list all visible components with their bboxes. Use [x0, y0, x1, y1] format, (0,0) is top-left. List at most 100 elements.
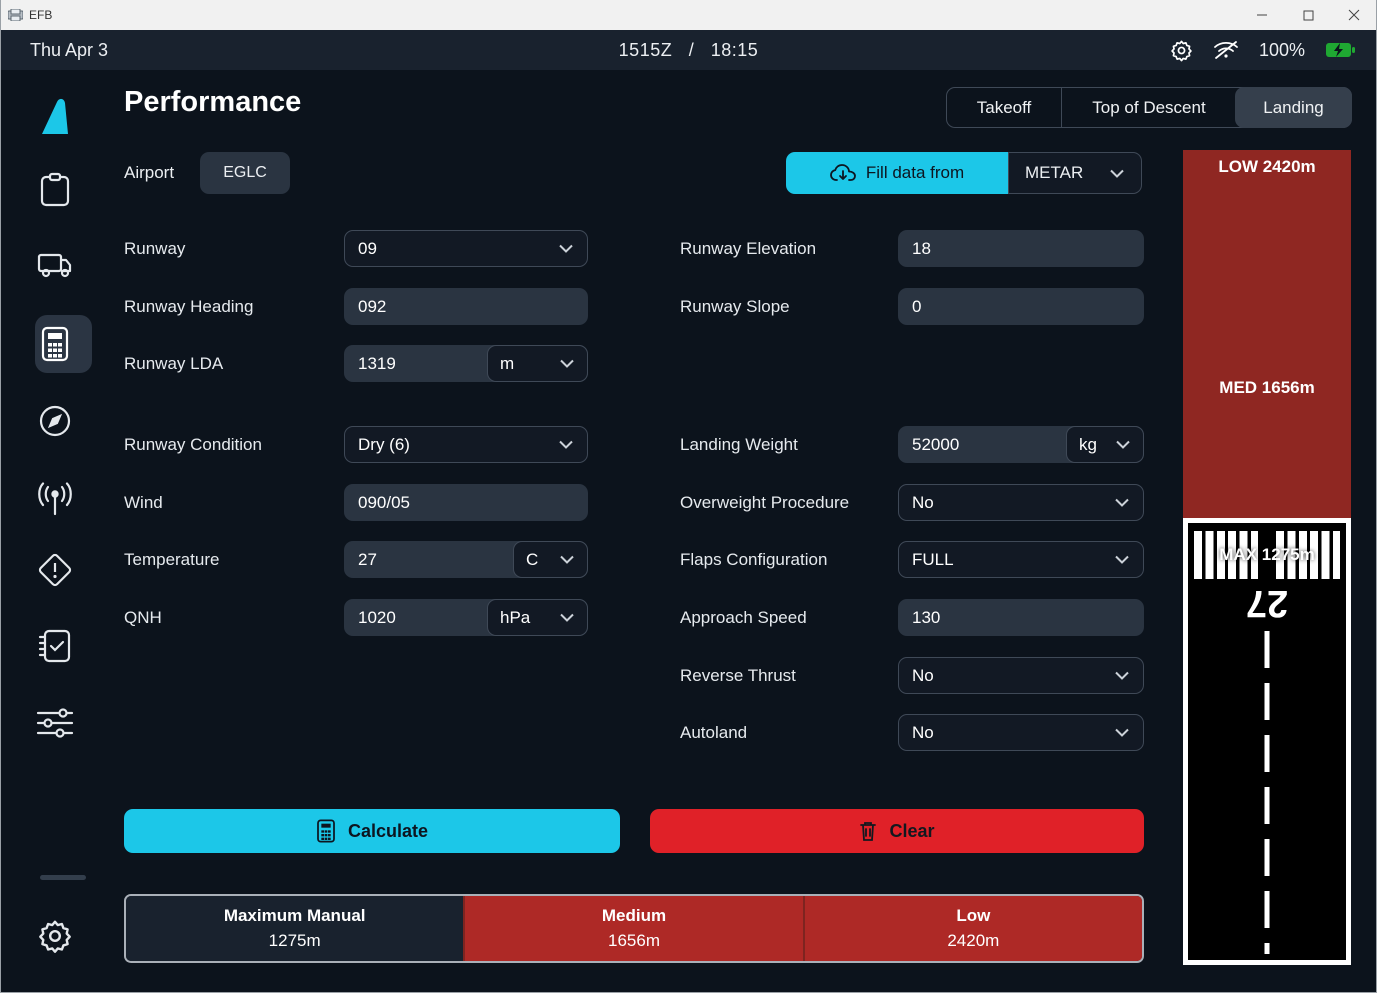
overweight-procedure-value: No	[912, 493, 934, 513]
mode-tabs: Takeoff Top of Descent Landing	[946, 87, 1352, 128]
sidebar-item-flightplan[interactable]	[0, 172, 110, 208]
overweight-procedure-select[interactable]: No	[898, 484, 1144, 521]
calculate-label: Calculate	[348, 821, 428, 842]
trash-icon	[859, 820, 877, 842]
minimize-button[interactable]	[1239, 0, 1285, 30]
local-time: 18:15	[711, 40, 759, 60]
field-label: Reverse Thrust	[680, 657, 796, 694]
app-icon	[8, 9, 23, 21]
fill-data-label: Fill data from	[866, 163, 964, 183]
settings-gear-icon[interactable]	[1170, 39, 1193, 62]
flaps-configuration-select[interactable]: FULL	[898, 541, 1144, 578]
runway-heading-input[interactable]: 092	[344, 288, 588, 325]
chevron-down-icon	[1109, 169, 1125, 178]
approach-speed-input[interactable]: 130	[898, 599, 1144, 636]
sidebar-divider	[40, 875, 86, 880]
runway-slope-input[interactable]: 0	[898, 288, 1144, 325]
sidebar-item-ground-ops[interactable]	[0, 250, 110, 280]
window-title: EFB	[29, 8, 52, 22]
close-button[interactable]	[1331, 0, 1377, 30]
chevron-down-icon	[559, 359, 575, 368]
field-label: Landing Weight	[680, 426, 798, 463]
low-distance-label: LOW 2420m	[1183, 157, 1351, 177]
tab-top-of-descent[interactable]: Top of Descent	[1061, 88, 1236, 127]
result-low: Low 2420m	[803, 896, 1142, 961]
qnh-unit-select[interactable]: hPa	[487, 599, 588, 636]
field-label: Approach Speed	[680, 599, 807, 636]
checklist-notebook-icon	[38, 628, 72, 664]
field-label: Runway LDA	[124, 345, 223, 382]
maximize-button[interactable]	[1285, 0, 1331, 30]
fill-data-button[interactable]: Fill data from	[786, 152, 1008, 194]
field-label: Wind	[124, 484, 163, 521]
autoland-select[interactable]: No	[898, 714, 1144, 751]
reverse-thrust-select[interactable]: No	[898, 657, 1144, 694]
runway-condition-value: Dry (6)	[358, 435, 410, 455]
sidebar-item-navigation[interactable]	[0, 404, 110, 438]
airport-value-button[interactable]: EGLC	[200, 152, 290, 194]
result-label: Low	[956, 906, 990, 926]
runway-value: 09	[358, 239, 377, 259]
chevron-down-icon	[559, 613, 575, 622]
fill-source-value: METAR	[1025, 163, 1083, 183]
sidebar-item-options[interactable]	[0, 706, 110, 740]
sidebar-item-settings[interactable]	[0, 918, 110, 954]
result-label: Maximum Manual	[224, 906, 366, 926]
sidebar-item-checklist[interactable]	[0, 628, 110, 664]
page-title: Performance	[124, 86, 301, 119]
result-label: Medium	[602, 906, 666, 926]
landing-weight-field: 52000 kg	[898, 426, 1144, 463]
time-separator: /	[689, 40, 695, 60]
field-label: Runway	[124, 230, 185, 267]
field-label: Flaps Configuration	[680, 541, 827, 578]
chevron-down-icon	[1114, 671, 1130, 680]
med-distance-label: MED 1656m	[1183, 378, 1351, 398]
field-label: QNH	[124, 599, 162, 636]
sliders-icon	[36, 706, 74, 740]
fill-source-select[interactable]: METAR	[1008, 152, 1142, 194]
runway-lda-unit-select[interactable]: m	[487, 345, 588, 382]
tab-landing[interactable]: Landing	[1235, 87, 1352, 128]
wifi-off-icon	[1213, 38, 1239, 62]
field-label: Runway Condition	[124, 426, 262, 463]
result-value: 2420m	[947, 931, 999, 951]
calculator-icon	[316, 819, 336, 843]
result-value: 1656m	[608, 931, 660, 951]
runway-elevation-input[interactable]: 18	[898, 230, 1144, 267]
sidebar-item-performance[interactable]	[0, 326, 110, 362]
reverse-thrust-value: No	[912, 666, 934, 686]
results-bar: Maximum Manual 1275m Medium 1656m Low 24…	[124, 894, 1144, 963]
chevron-down-icon	[1115, 440, 1131, 449]
status-bar: Thu Apr 3 1515Z / 18:15 100%	[0, 30, 1377, 70]
runway-select[interactable]: 09	[344, 230, 588, 267]
wind-input[interactable]: 090/05	[344, 484, 588, 521]
battery-percent: 100%	[1259, 40, 1305, 61]
field-label: Autoland	[680, 714, 747, 751]
warning-diamond-icon	[37, 552, 73, 588]
battery-charging-icon	[1325, 40, 1355, 60]
overrun-zone: LOW 2420m MED 1656m	[1183, 150, 1351, 518]
flaps-configuration-value: FULL	[912, 550, 954, 570]
result-value: 1275m	[269, 931, 321, 951]
chevron-down-icon	[558, 244, 574, 253]
field-label: Overweight Procedure	[680, 484, 849, 521]
sidebar-item-alerts[interactable]	[0, 552, 110, 588]
autoland-value: No	[912, 723, 934, 743]
clipboard-icon	[39, 172, 71, 208]
truck-icon	[37, 250, 73, 280]
calculate-button[interactable]: Calculate	[124, 809, 620, 853]
tab-takeoff[interactable]: Takeoff	[947, 88, 1061, 127]
field-label: Runway Heading	[124, 288, 253, 325]
airline-logo	[0, 96, 110, 136]
sidebar-item-radio[interactable]	[0, 482, 110, 516]
field-label: Runway Elevation	[680, 230, 816, 267]
calculator-icon	[40, 326, 70, 362]
temperature-unit-select[interactable]: C	[513, 541, 588, 578]
runway-centerline	[1265, 631, 1270, 954]
chevron-down-icon	[1114, 555, 1130, 564]
landing-weight-unit-select[interactable]: kg	[1066, 426, 1144, 463]
clear-button[interactable]: Clear	[650, 809, 1144, 853]
chevron-down-icon	[1114, 498, 1130, 507]
clear-label: Clear	[889, 821, 934, 842]
runway-condition-select[interactable]: Dry (6)	[344, 426, 588, 463]
